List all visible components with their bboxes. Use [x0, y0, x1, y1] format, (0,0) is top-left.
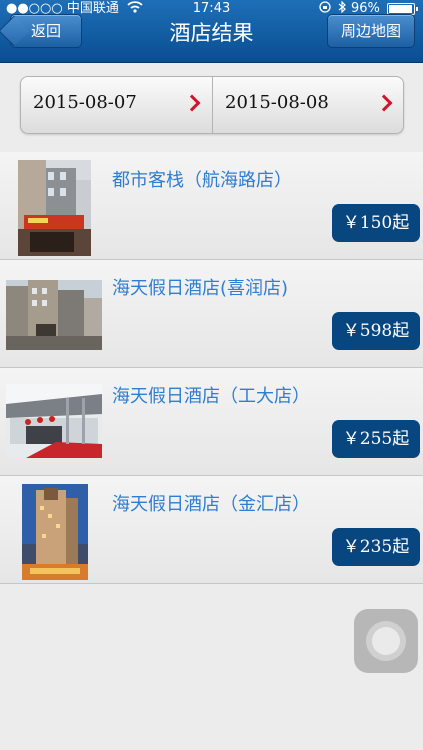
hotel-name: 海天假日酒店（工大店）	[112, 386, 310, 407]
chevron-right-icon	[183, 94, 201, 112]
hotel-photo	[22, 484, 88, 580]
check-in-date: 2015-08-07	[33, 92, 137, 113]
bluetooth-icon	[338, 0, 346, 14]
hotel-list-item[interactable]: 都市客栈（航海路店） ￥150起	[0, 152, 423, 260]
price-badge: ￥255起	[332, 420, 420, 458]
chevron-right-icon	[375, 94, 393, 112]
assistive-touch-icon[interactable]	[354, 609, 418, 673]
check-out-date-button[interactable]: 2015-08-08	[213, 77, 404, 133]
hotel-list-item[interactable]: 海天假日酒店(喜润店) ￥598起	[0, 260, 423, 368]
back-button[interactable]: 返回	[10, 14, 82, 48]
hotel-name: 都市客栈（航海路店）	[112, 170, 292, 191]
date-selector: 2015-08-07 2015-08-08	[20, 76, 404, 134]
battery-icon	[387, 2, 418, 15]
price-badge: ￥598起	[332, 312, 420, 350]
hotel-photo	[6, 384, 102, 458]
price-badge: ￥235起	[332, 528, 420, 566]
lock-rotation-icon	[319, 1, 331, 13]
hotel-list-item[interactable]: 海天假日酒店（工大店） ￥255起	[0, 368, 423, 476]
back-button-label: 返回	[30, 22, 61, 40]
navigation-bar: ●●○○○ 中国联通 17:43 96% 酒店结果 返回 周边地图	[0, 0, 423, 63]
hotel-list-item[interactable]: 海天假日酒店（金汇店） ￥235起	[0, 476, 423, 584]
hotel-photo	[6, 280, 102, 350]
check-in-date-button[interactable]: 2015-08-07	[21, 77, 213, 133]
hotel-list: 都市客栈（航海路店） ￥150起 海天假日酒店(喜润店) ￥598起 海天假日酒…	[0, 152, 423, 584]
nearby-map-button[interactable]: 周边地图	[327, 14, 415, 48]
hotel-name: 海天假日酒店(喜润店)	[112, 278, 289, 299]
price-badge: ￥150起	[332, 204, 420, 242]
hotel-photo	[18, 160, 91, 256]
check-out-date: 2015-08-08	[225, 92, 329, 113]
hotel-name: 海天假日酒店（金汇店）	[112, 494, 310, 515]
